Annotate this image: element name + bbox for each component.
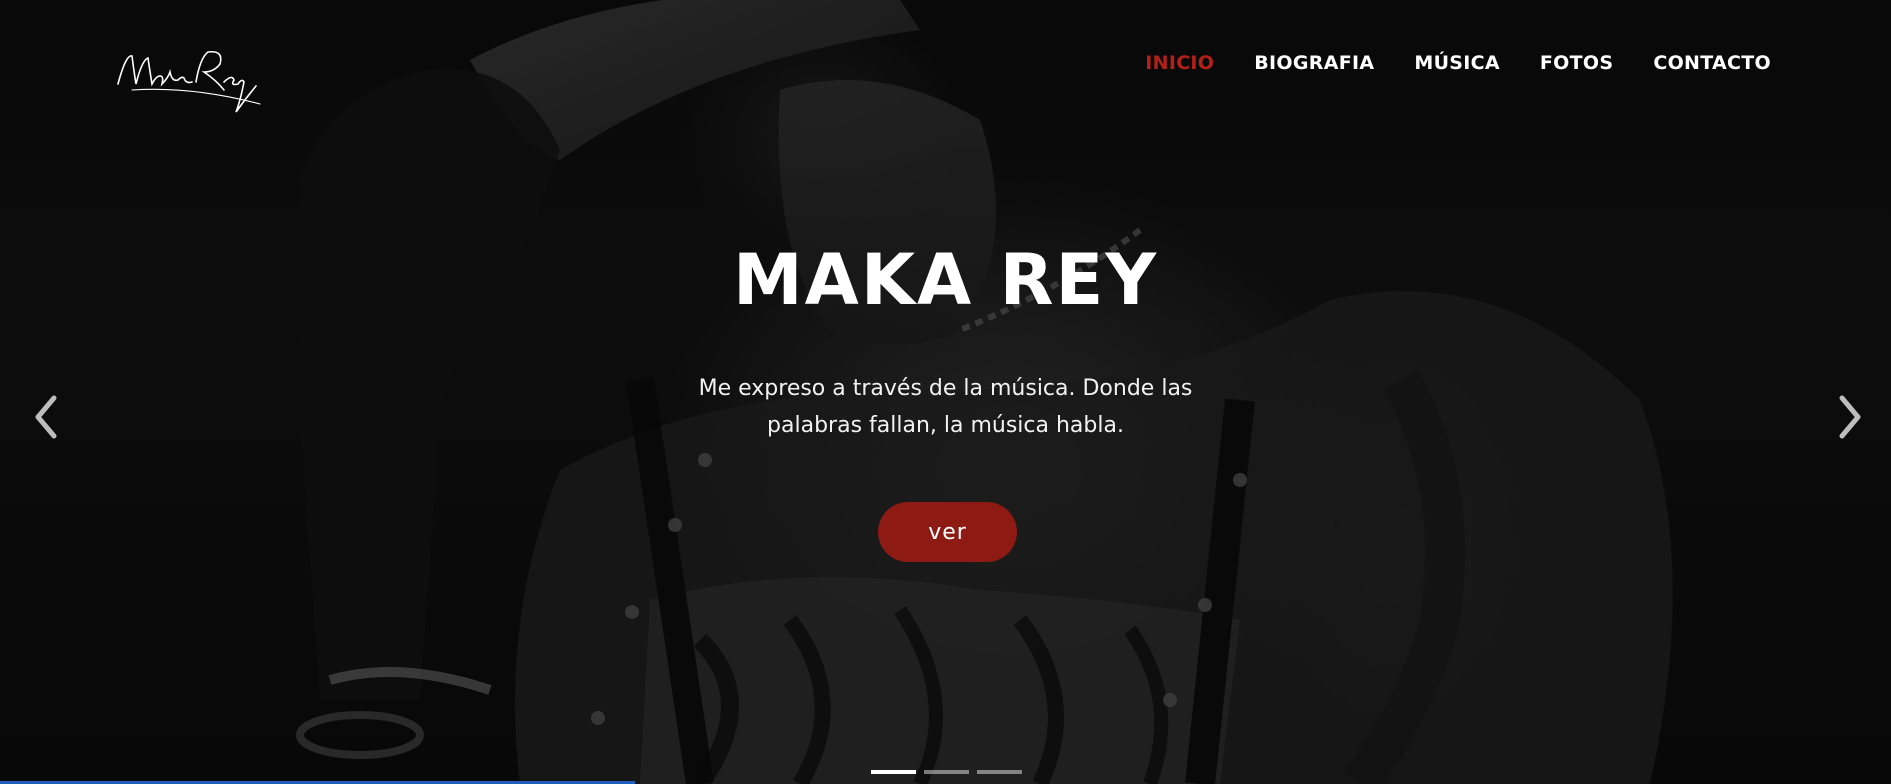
- nav-item-musica[interactable]: MÚSICA: [1414, 52, 1500, 74]
- hero-subtitle: Me expreso a través de la música. Donde …: [0, 370, 1891, 444]
- nav-item-contacto[interactable]: CONTACTO: [1653, 52, 1771, 74]
- chevron-right-icon[interactable]: [1828, 392, 1868, 442]
- hero-subtitle-line1: Me expreso a través de la música. Donde …: [698, 376, 1193, 401]
- nav-item-biografia[interactable]: BIOGRAFIA: [1254, 52, 1374, 74]
- hero-subtitle-line2: palabras fallan, la música habla.: [767, 413, 1124, 438]
- chevron-left-icon[interactable]: [28, 392, 68, 442]
- carousel-indicator-2[interactable]: [924, 770, 969, 774]
- nav-item-fotos[interactable]: FOTOS: [1540, 52, 1613, 74]
- ver-button[interactable]: ver: [878, 502, 1017, 562]
- nav-item-inicio[interactable]: INICIO: [1145, 52, 1214, 74]
- carousel-indicators: [871, 770, 1022, 774]
- carousel-indicator-1[interactable]: [871, 770, 916, 774]
- maka-rey-signature-logo[interactable]: [112, 42, 262, 117]
- hero-title: MAKA REY: [732, 239, 1159, 321]
- carousel-indicator-3[interactable]: [977, 770, 1022, 774]
- main-navigation: INICIO BIOGRAFIA MÚSICA FOTOS CONTACTO: [1145, 52, 1771, 74]
